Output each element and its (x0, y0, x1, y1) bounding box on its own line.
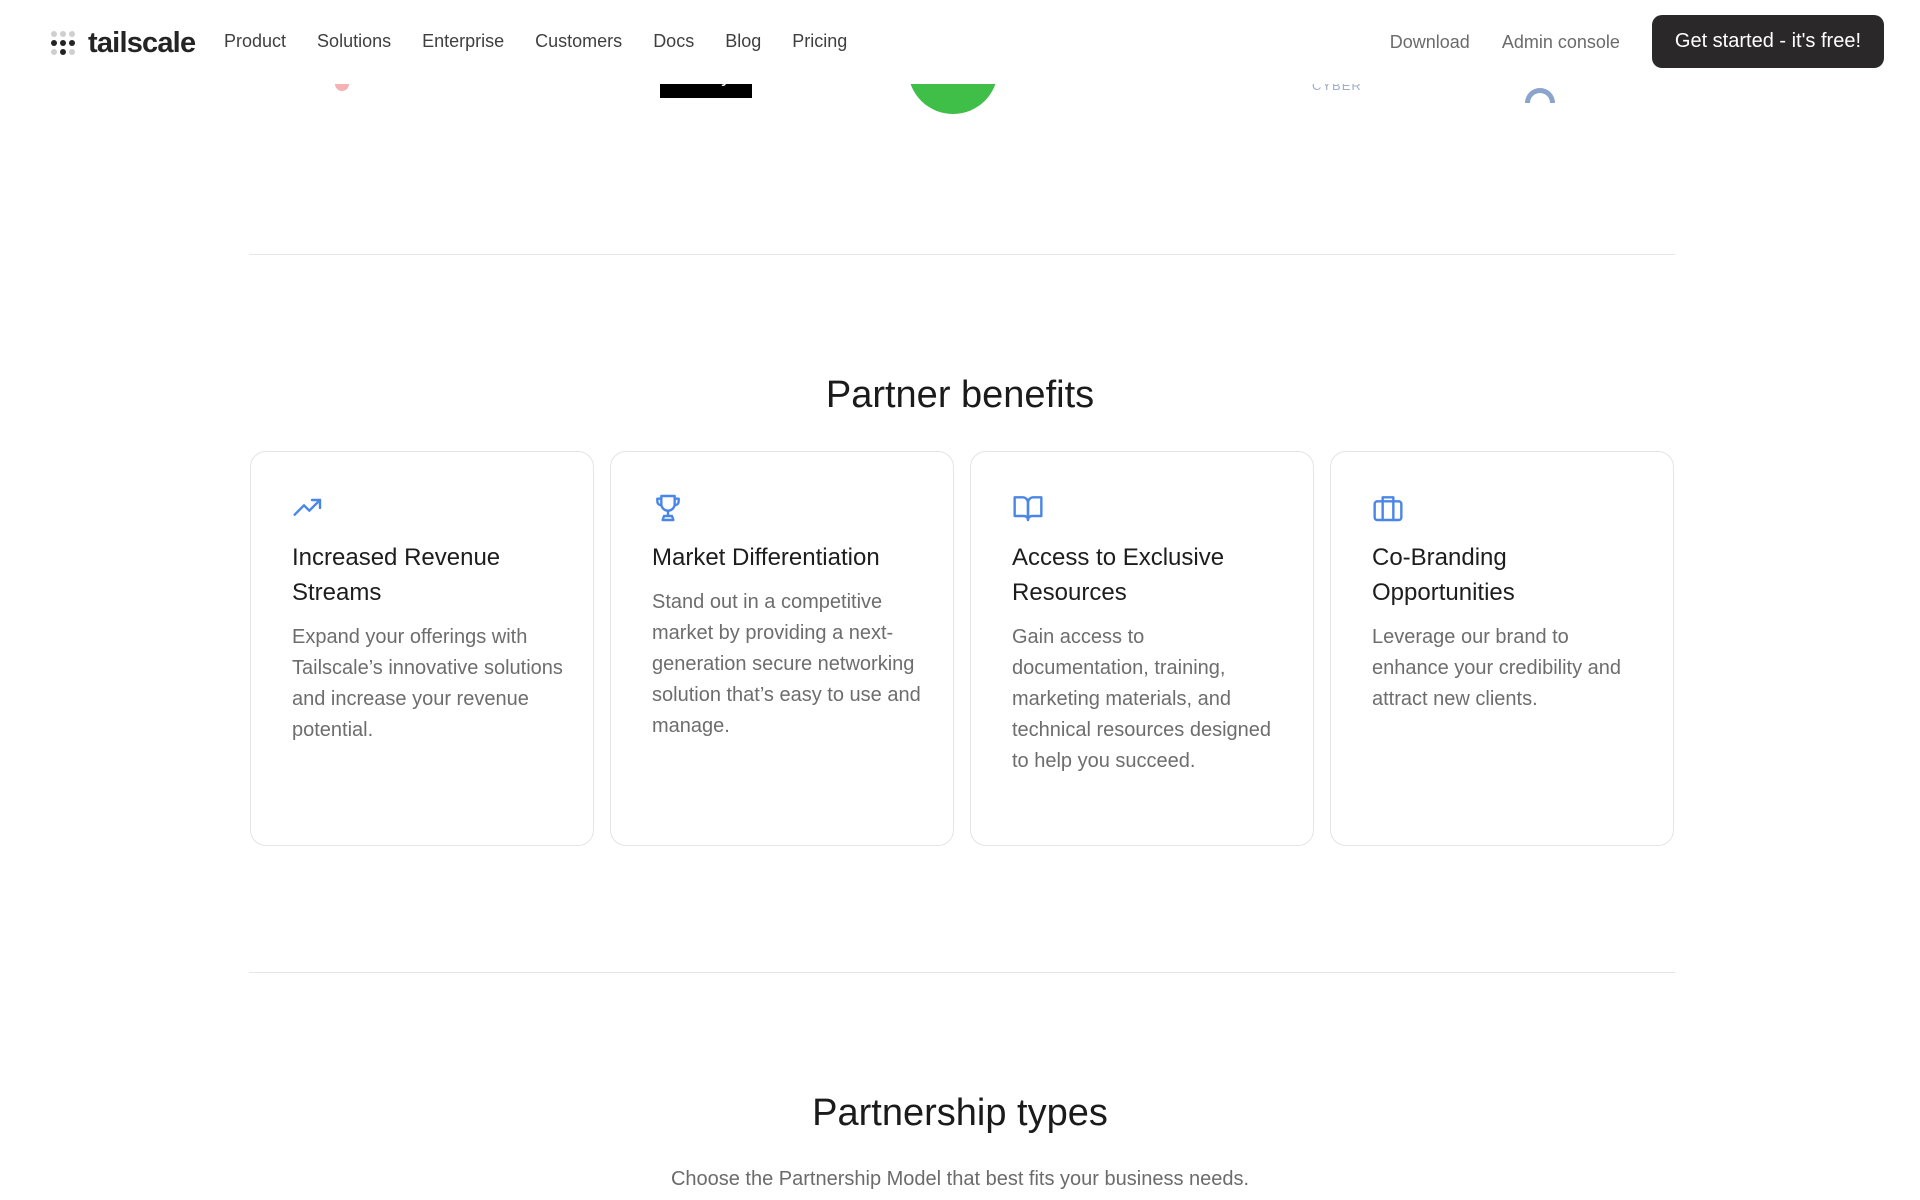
card-description: Expand your offerings with Tailscale’s i… (292, 626, 563, 741)
briefcase-icon (1373, 496, 1403, 522)
nav-docs[interactable]: Docs (653, 29, 694, 53)
nav-solutions[interactable]: Solutions (317, 29, 391, 53)
card-title: Access to Exclusive Resources (1012, 544, 1225, 606)
partner-benefits-heading: Partner benefits (825, 374, 1095, 416)
tailscale-logo-icon (51, 31, 75, 55)
trophy-icon (656, 494, 680, 522)
nav-product[interactable]: Product (224, 29, 286, 53)
nav-pricing[interactable]: Pricing (792, 29, 847, 53)
benefit-card-differentiation: Market Differentiation Stand out in a co… (610, 451, 954, 846)
nav-blog[interactable]: Blog (725, 29, 761, 53)
trending-up-icon (293, 498, 322, 516)
partnership-types-heading: Partnership types (812, 1092, 1108, 1134)
benefit-cards: Increased Revenue Streams Expand your of… (250, 451, 1674, 846)
card-title: Co-Branding Opportunities (1372, 544, 1515, 606)
brand-name: tailscale (88, 26, 196, 59)
nav-enterprise[interactable]: Enterprise (422, 29, 504, 53)
book-open-icon (1013, 496, 1043, 522)
section-divider-top (249, 254, 1675, 255)
section-divider-bottom (249, 972, 1675, 973)
get-started-button[interactable]: Get started - it's free! (1651, 15, 1884, 68)
benefit-card-resources: Access to Exclusive Resources Gain acces… (970, 451, 1314, 846)
benefit-card-revenue: Increased Revenue Streams Expand your of… (250, 451, 594, 846)
admin-console-link[interactable]: Admin console (1502, 30, 1620, 54)
nav-customers[interactable]: Customers (535, 29, 622, 53)
tailscale-logo[interactable]: tailscale (50, 26, 196, 59)
main-menu: Product Solutions Enterprise Customers D… (224, 29, 878, 53)
card-description: Gain access to documentation, training, … (1012, 626, 1272, 772)
card-description: Leverage our brand to enhance your credi… (1372, 626, 1622, 710)
card-title: Market Differentiation (652, 544, 880, 571)
top-navigation: tailscale Product Solutions Enterprise C… (0, 0, 1920, 84)
download-link[interactable]: Download (1390, 30, 1470, 54)
card-title: Increased Revenue Streams (292, 544, 501, 606)
nav-actions: Download Admin console Get started - it'… (1390, 15, 1884, 68)
card-description: Stand out in a competitive market by pro… (652, 591, 921, 737)
partnership-types-subtitle: Choose the Partnership Model that best f… (670, 1168, 1250, 1190)
benefit-card-cobranding: Co-Branding Opportunities Leverage our b… (1330, 451, 1674, 846)
partner-logo-arc (1525, 88, 1555, 103)
